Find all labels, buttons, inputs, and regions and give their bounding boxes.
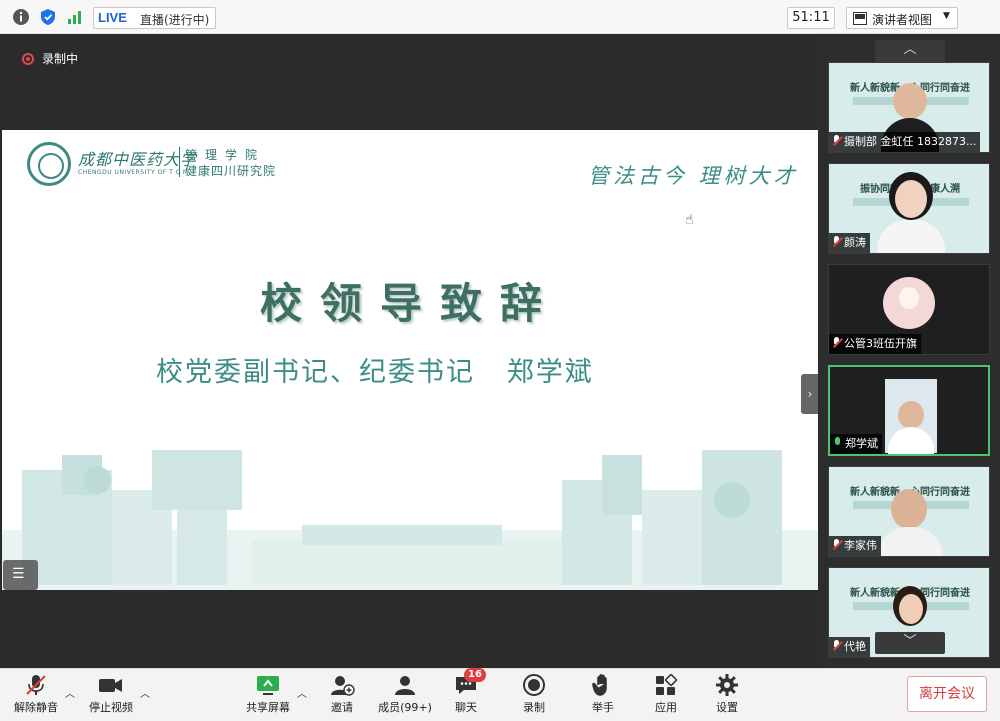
institute-name: 健康四川研究院 [185,164,277,178]
record-label: 录制 [523,701,545,714]
participant-name: 李家伟 [844,539,877,552]
invite-label: 邀请 [331,701,353,714]
shield-icon[interactable] [39,8,57,26]
view-mode-label: 演讲者视图 [872,13,933,27]
unmute-button[interactable]: 解除静音 [10,673,62,715]
apps-button[interactable]: 应用 [646,673,686,715]
chevron-down-icon: ▼ [943,11,950,21]
unmute-label: 解除静音 [14,701,58,714]
slide-menu-button[interactable]: ☰ [3,560,38,590]
participant-head [895,180,927,218]
video-tile[interactable]: 新人新貌新…心同行同奋进 李家伟 [828,466,990,557]
participant-name-bar: 郑学斌 [830,434,882,454]
settings-button[interactable]: 设置 [707,673,747,715]
participant-name: 颜涛 [844,236,866,249]
audio-options-caret[interactable]: ︿ [65,685,75,700]
logo-divider [179,147,180,177]
mic-muted-icon [832,135,842,147]
top-bar: LIVE 直播(进行中) 51:11 演讲者视图 ▼ [0,0,1000,34]
record-icon [523,674,545,696]
participant-gallery: ︿ 新人新貌新…心同行同奋进 摄制部 金虹任 1832873... 振协同行同…… [818,34,1000,668]
meeting-toolbar: 解除静音 ︿ 停止视频 ︿ 共享屏幕 ︿ 邀请 成员(99+) 聊天 录制 举手… [0,668,1000,721]
participant-name-bar: 摄制部 金虹任 1832873... [829,132,981,152]
shared-screen-area: 录制中 成都中医药大学 CHENGDU UNIVERSITY OF T C M … [0,34,819,668]
campus-illustration [2,450,818,590]
participant-name-bar: 李家伟 [829,536,881,556]
slide-subtitle: 校党委副书记、纪委书记 郑学斌 [156,357,594,388]
hand-cursor-icon: ☝ [685,212,694,228]
school-name: 管理学院 [185,148,266,162]
members-button[interactable]: 成员(99+) [375,673,435,715]
gear-icon [716,674,738,696]
recording-label: 录制中 [42,52,79,66]
presentation-slide: 成都中医药大学 CHENGDU UNIVERSITY OF T C M 管理学院… [2,130,818,590]
raise-hand-button[interactable]: 举手 [583,673,623,715]
participant-head [898,401,924,429]
gallery-collapse-handle[interactable]: › [801,374,819,414]
participant-name-bar: 代艳 [829,637,870,657]
mic-muted-icon [26,675,46,695]
share-screen-icon [257,676,279,695]
participant-name-bar: 颜涛 [829,233,870,253]
mic-muted-icon [832,337,842,349]
participant-name-bar: 公管3班伍开旗 [829,334,921,354]
university-logo-icon [27,142,71,186]
members-icon [395,676,415,695]
live-tag: LIVE [98,10,127,25]
university-name-en: CHENGDU UNIVERSITY OF T C M [78,169,189,176]
video-options-caret[interactable]: ︿ [140,685,150,700]
stop-video-button[interactable]: 停止视频 [85,673,137,715]
mic-muted-icon [832,539,842,551]
gallery-scroll-down-button[interactable]: ﹀ [875,632,945,654]
apps-icon [656,673,678,695]
stop-video-label: 停止视频 [89,701,133,714]
record-button[interactable]: 录制 [514,673,554,715]
participant-name: 郑学斌 [845,437,878,450]
raise-hand-label: 举手 [592,701,614,714]
apps-label: 应用 [655,701,677,714]
participant-head [893,83,927,119]
gallery-scroll-up-button[interactable]: ︿ [875,40,945,62]
settings-label: 设置 [716,701,738,714]
members-label: 成员(99+) [378,701,432,714]
chat-label: 聊天 [455,701,477,714]
participant-name: 公管3班伍开旗 [844,337,917,350]
hand-icon [592,674,607,696]
chat-unread-badge: 16 [464,668,486,682]
grid-icon [853,12,867,25]
participant-head [891,489,927,529]
share-screen-button[interactable]: 共享屏幕 [242,673,294,715]
share-screen-label: 共享屏幕 [246,701,290,714]
record-dot-icon [22,53,34,65]
meeting-timer: 51:11 [787,7,835,29]
slide-title: 校领导致辞 [259,279,560,328]
share-options-caret[interactable]: ︿ [297,685,307,700]
video-tile[interactable]: 公管3班伍开旗 [828,264,990,355]
live-status-text: 直播(进行中) [140,13,210,27]
mic-muted-icon [832,640,842,652]
video-camera-icon [99,679,122,692]
info-icon[interactable] [12,8,30,26]
recording-indicator[interactable]: 录制中 [22,50,78,67]
signal-icon[interactable] [66,8,84,26]
slide-motto: 管法古今 理树大才 [588,164,799,188]
live-status-box[interactable]: LIVE 直播(进行中) [93,7,216,29]
participant-name: 代艳 [844,640,866,653]
video-tile-active[interactable]: 郑学斌 [828,365,990,456]
view-mode-dropdown[interactable]: 演讲者视图 ▼ [846,7,958,29]
mic-active-icon [833,437,843,449]
invite-button[interactable]: 邀请 [322,673,362,715]
mic-muted-icon [832,236,842,248]
add-user-icon [331,676,355,696]
video-tile[interactable]: 新人新貌新…心同行同奋进 摄制部 金虹任 1832873... [828,62,990,153]
list-icon: ☰ [12,566,25,582]
participant-name: 摄制部 金虹任 1832873... [844,135,977,148]
video-tile[interactable]: 振协同行同…健康人溯 颜涛 [828,163,990,254]
leave-meeting-button[interactable]: 离开会议 [907,676,987,712]
participant-head [899,594,923,624]
